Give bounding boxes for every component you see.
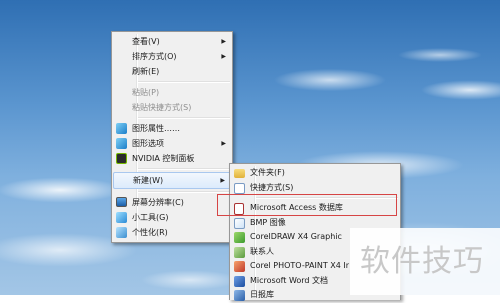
bmp-icon xyxy=(234,217,245,229)
desktop-context-menu: 查看(V) ▶ 排序方式(O) ▶ 刷新(E) 粘贴(P) 粘贴快捷方式(S) … xyxy=(111,31,233,243)
graphics-options-icon xyxy=(116,138,127,149)
photopaint-icon xyxy=(234,261,245,272)
submenu-arrow-icon: ▶ xyxy=(221,53,226,60)
submenu-arrow-icon: ▶ xyxy=(221,140,226,147)
shortcut-icon xyxy=(234,182,245,194)
menu-separator xyxy=(138,81,230,83)
personalize-icon xyxy=(116,227,127,238)
new-shortcut-item[interactable]: 快捷方式(S) xyxy=(230,181,400,196)
menu-item-paste[interactable]: 粘贴(P) xyxy=(112,85,232,100)
submenu-arrow-icon: ▶ xyxy=(221,38,226,45)
menu-item-nvidia-control-panel[interactable]: NVIDIA 控制面板 xyxy=(112,151,232,166)
menu-item-screen-resolution[interactable]: 屏幕分辨率(C) xyxy=(112,195,232,210)
watermark: 软件技巧 xyxy=(350,228,500,295)
screen-resolution-icon xyxy=(116,197,127,207)
menu-separator xyxy=(138,168,230,170)
menu-separator xyxy=(138,191,230,193)
nvidia-icon xyxy=(116,153,127,164)
menu-item-personalize[interactable]: 个性化(R) xyxy=(112,225,232,240)
menu-item-graphics-options[interactable]: 图形选项 ▶ xyxy=(112,136,232,151)
menu-item-view[interactable]: 查看(V) ▶ xyxy=(112,34,232,49)
menu-item-graphics-properties[interactable]: 图形属性…… xyxy=(112,121,232,136)
submenu-arrow-icon: ▶ xyxy=(220,177,225,184)
graphics-properties-icon xyxy=(116,123,127,134)
menu-item-new[interactable]: 新建(W) ▶ xyxy=(113,172,231,189)
coreldraw-icon xyxy=(234,232,245,243)
journal-icon xyxy=(234,290,245,301)
highlight-annotation-box xyxy=(217,194,397,216)
menu-item-refresh[interactable]: 刷新(E) xyxy=(112,64,232,79)
word-icon xyxy=(234,275,245,287)
new-folder-item[interactable]: 文件夹(F) xyxy=(230,166,400,181)
folder-icon xyxy=(234,169,245,178)
contact-icon xyxy=(234,246,245,258)
menu-separator xyxy=(138,117,230,119)
menu-item-sort-by[interactable]: 排序方式(O) ▶ xyxy=(112,49,232,64)
menu-item-paste-shortcut[interactable]: 粘贴快捷方式(S) xyxy=(112,100,232,115)
gadgets-icon xyxy=(116,212,127,223)
menu-item-gadgets[interactable]: 小工具(G) xyxy=(112,210,232,225)
